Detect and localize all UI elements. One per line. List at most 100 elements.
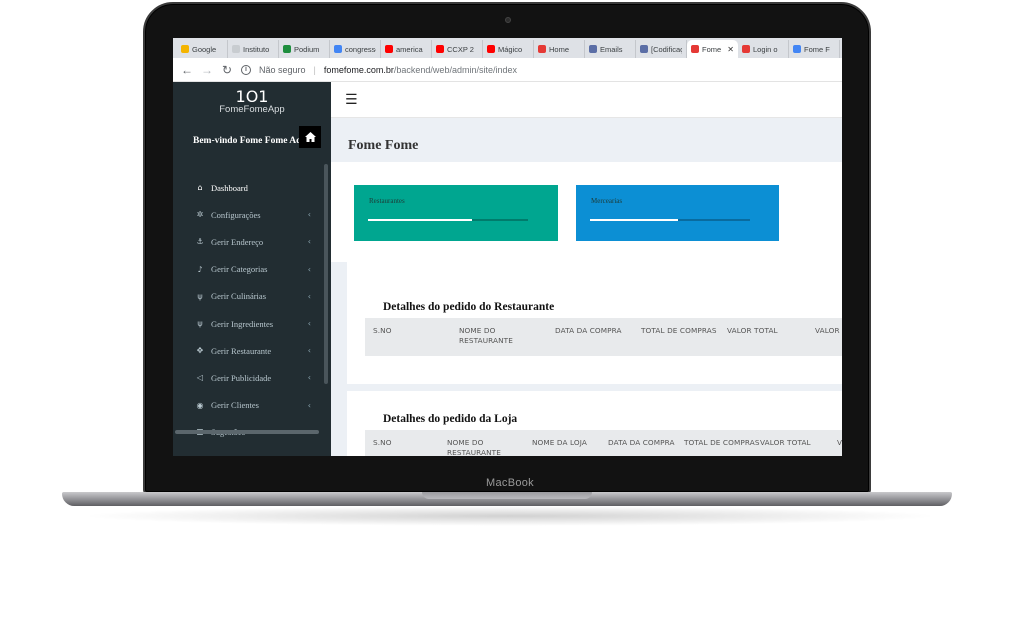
sidebar-item-gerir-culinarias[interactable]: ψ Gerir Culinárias ‹	[173, 283, 331, 310]
browser-tab[interactable]: Emails	[585, 40, 636, 58]
browser-tab[interactable]: Fome F	[789, 40, 840, 58]
page-title: Fome Fome	[348, 138, 419, 153]
sidebar: 1O1 FomeFomeApp Bem-vindo Fome Fome Admi…	[173, 82, 331, 456]
sidebar-item-label: Dashboard	[211, 182, 248, 193]
sidebar-item-label: Gerir Publicidade	[211, 372, 272, 383]
chevron-left-icon: ‹	[307, 237, 311, 247]
chevron-left-icon: ‹	[307, 291, 311, 301]
bell-icon: ♪	[197, 264, 203, 274]
browser-tab[interactable]: Home	[534, 40, 585, 58]
hamburger-menu-icon[interactable]: ☰	[345, 92, 358, 108]
browser-tab[interactable]: Mágico	[483, 40, 534, 58]
browser-tab-title: Login o	[753, 44, 778, 54]
podium-icon	[283, 45, 291, 53]
sidebar-item-gerir-endereco[interactable]: ⚓ Gerir Endereço ‹	[173, 228, 331, 255]
globe-icon	[232, 45, 240, 53]
chevron-left-icon: ‹	[307, 400, 311, 410]
sidebar-item-gerir-clientes[interactable]: ◉ Gerir Clientes ‹	[173, 392, 331, 419]
chevron-left-icon: ‹	[307, 210, 311, 220]
webcam	[505, 17, 511, 23]
store-orders-title: Detalhes do pedido da Loja	[383, 413, 518, 425]
info-icon[interactable]: i	[241, 64, 251, 75]
circle-icon: ◉	[196, 400, 204, 410]
sidebar-item-gerir-restaurante[interactable]: ✥ Gerir Restaurante ‹	[173, 337, 331, 364]
browser-tab-title: Podium	[294, 44, 320, 54]
laptop-notch	[422, 492, 592, 499]
browser-tab[interactable]: america	[381, 40, 432, 58]
sidebar-item-gerir-ingredientes[interactable]: ψ Gerir Ingredientes ‹	[173, 310, 331, 337]
home-icon[interactable]	[299, 126, 321, 148]
browser-tab[interactable]: Login o	[738, 40, 789, 58]
column-header: VALOR RESTA	[815, 326, 842, 335]
browser-tab-title: Instituto	[243, 44, 270, 54]
stat-label: Restaurantes	[369, 197, 405, 205]
close-tab-icon[interactable]: ✕	[727, 45, 734, 54]
browser-tab-title: Google	[192, 44, 217, 54]
url-path: /backend/web/admin/site/index	[393, 64, 517, 75]
screen: Google Instituto Podium congresso america CCX…	[173, 38, 842, 456]
youtube-icon	[487, 45, 495, 53]
app-logo-icon	[742, 45, 750, 53]
browser-tab-title: america	[396, 44, 423, 54]
browser-tab[interactable]: Google	[177, 40, 228, 58]
restaurant-orders-table-header: S.NO NOME DO RESTAURANTE DATA DA COMPRA TOT…	[365, 318, 842, 356]
sidebar-item-dashboard[interactable]: ⌂ Dashboard	[173, 174, 331, 201]
back-icon[interactable]: ←	[181, 63, 193, 77]
sidebar-item-label: Gerir Endereço	[211, 236, 264, 247]
sidebar-scrollbar[interactable]	[324, 164, 328, 384]
forward-icon[interactable]: →	[201, 63, 213, 77]
sidebar-item-gerir-publicidade[interactable]: ◁ Gerir Publicidade ‹	[173, 364, 331, 391]
column-header: DATA DA COMPRA	[608, 438, 675, 447]
topbar: ☰	[331, 82, 842, 118]
chevron-left-icon: ‹	[307, 264, 311, 274]
security-label: Não seguro	[259, 64, 306, 75]
browser-tab[interactable]: Podium	[279, 40, 330, 58]
sidebar-item-label: Gerir Ingredientes	[211, 318, 274, 329]
store-orders-panel: Detalhes do pedido da Loja S.NO NOME DO R…	[347, 391, 842, 456]
utensils-icon: ψ	[197, 291, 203, 301]
macbook-label: MacBook	[486, 477, 534, 489]
chevron-left-icon: ‹	[307, 319, 311, 329]
column-header: VALOR TOTAL	[760, 438, 811, 447]
browser-tab[interactable]: Fome ✕	[687, 40, 738, 58]
grid-icon	[640, 45, 648, 53]
app-icon	[538, 45, 546, 53]
browser-tab-title: CCXP 2	[447, 44, 474, 54]
home-icon: ⌂	[197, 183, 203, 193]
google-g-icon	[334, 45, 342, 53]
sidebar-item-configuracoes[interactable]: ✲ Configurações ‹	[173, 201, 331, 228]
reload-icon[interactable]: ↻	[221, 63, 233, 77]
browser-tab[interactable]: congresso	[330, 40, 381, 58]
column-header: TOTAL DE COMPRAS	[684, 438, 760, 447]
youtube-icon	[436, 45, 444, 53]
sidebar-menu: ⌂ Dashboard ✲ Configurações ‹ ⚓ Gerir Endereço…	[173, 174, 331, 446]
logo-text: FomeFomeApp	[219, 104, 285, 115]
url-input[interactable]: fomefome.com.br/backend/web/admin/site/i…	[324, 65, 517, 75]
browser-tab-title: [Codificação]	[651, 44, 682, 54]
move-icon: ✥	[196, 346, 204, 356]
column-header: NOME DA LOJA	[532, 438, 587, 447]
google-calendar-icon	[181, 45, 189, 53]
column-header: NOME DO RESTAURANTE	[447, 438, 501, 456]
chevron-left-icon: ‹	[307, 346, 311, 356]
youtube-icon	[385, 45, 393, 53]
sidebar-item-gerir-categorias[interactable]: ♪ Gerir Categorias ‹	[173, 256, 331, 283]
browser-tab[interactable]: [Codificação]	[636, 40, 687, 58]
laptop-shadow	[80, 506, 940, 526]
url-separator: |	[313, 64, 316, 75]
stat-box-groceries[interactable]: Mercearias	[576, 185, 779, 241]
browser-tab-title: Mágico	[498, 44, 523, 54]
sidebar-item-label: Gerir Categorias	[211, 264, 268, 275]
cutlery-logo-icon: 1O1	[235, 87, 269, 106]
sidebar-horizontal-scrollbar[interactable]	[175, 430, 319, 434]
url-host: fomefome.com.br	[323, 64, 394, 75]
browser-tab[interactable]: CCXP 2	[432, 40, 483, 58]
column-header: DATA DA COMPRA	[555, 326, 622, 335]
stat-box-restaurants[interactable]: Restaurantes	[354, 185, 558, 241]
sidebar-item-label: Gerir Restaurante	[211, 345, 272, 356]
browser-tab[interactable]: Instituto	[228, 40, 279, 58]
logo[interactable]: 1O1 FomeFomeApp	[173, 82, 331, 122]
column-header: TOTAL DE COMPRAS	[641, 326, 717, 335]
browser-tab-title: Fome F	[804, 44, 830, 54]
welcome-text: Bem-vindo Fome Fome Admin	[193, 136, 299, 146]
